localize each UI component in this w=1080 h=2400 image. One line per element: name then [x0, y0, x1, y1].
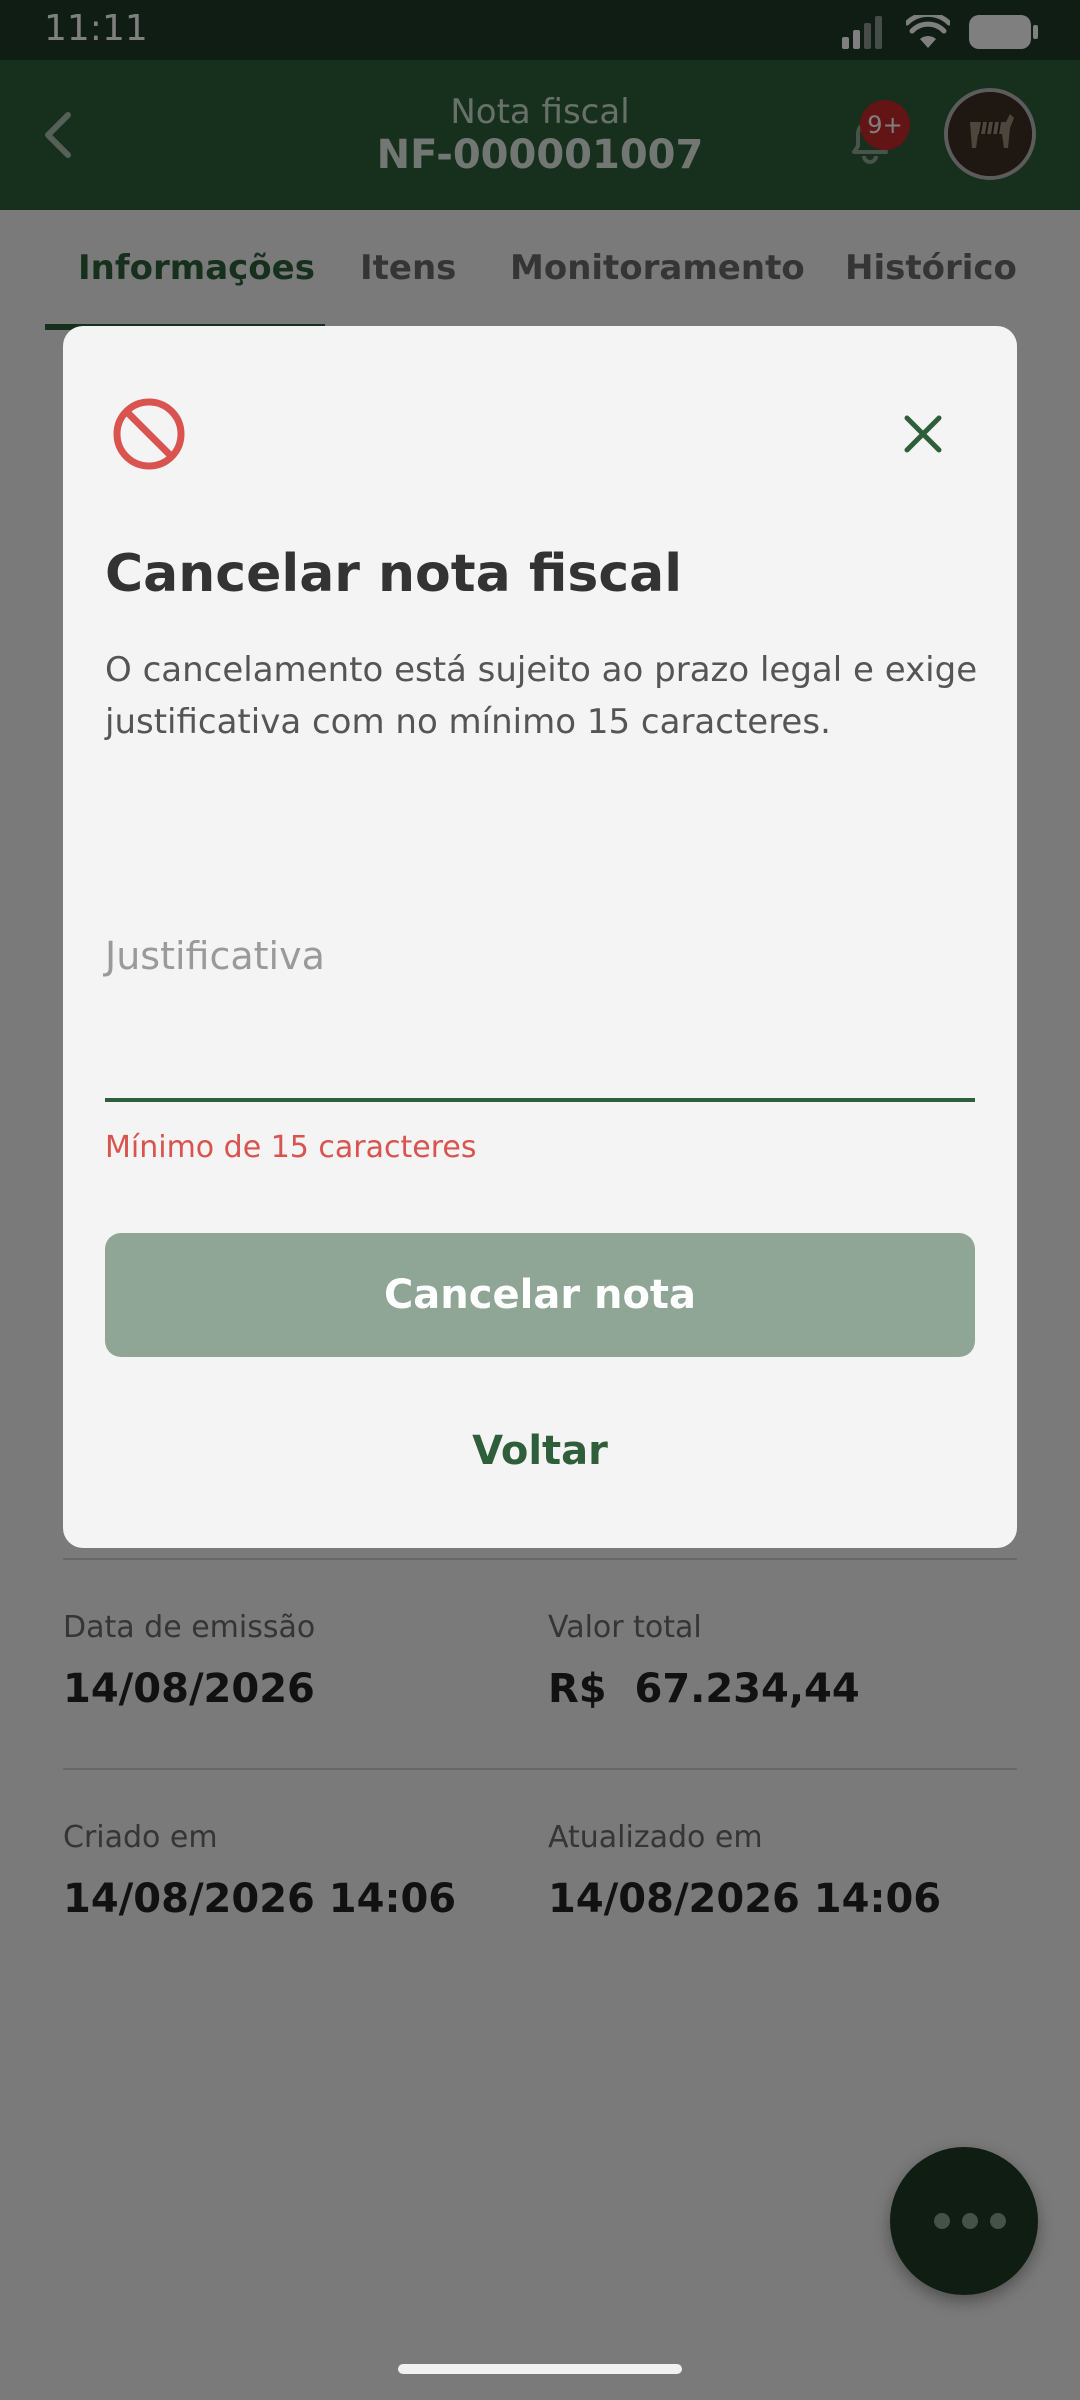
dialog-title: Cancelar nota fiscal [105, 544, 683, 604]
close-icon [904, 415, 942, 453]
block-icon [109, 394, 189, 474]
justification-label: Justificativa [105, 934, 325, 978]
dialog-description: O cancelamento está sujeito ao prazo leg… [105, 650, 978, 742]
justification-error: Mínimo de 15 caracteres [105, 1130, 477, 1165]
home-indicator [398, 2364, 682, 2374]
cancel-invoice-button[interactable]: Cancelar nota [105, 1233, 975, 1357]
cancel-invoice-dialog: Cancelar nota fiscal O cancelamento está… [63, 326, 1017, 1548]
close-button[interactable] [883, 394, 963, 474]
justification-input[interactable] [105, 1006, 975, 1086]
justification-input-underline [105, 1098, 975, 1102]
back-button-dialog[interactable]: Voltar [105, 1406, 975, 1496]
